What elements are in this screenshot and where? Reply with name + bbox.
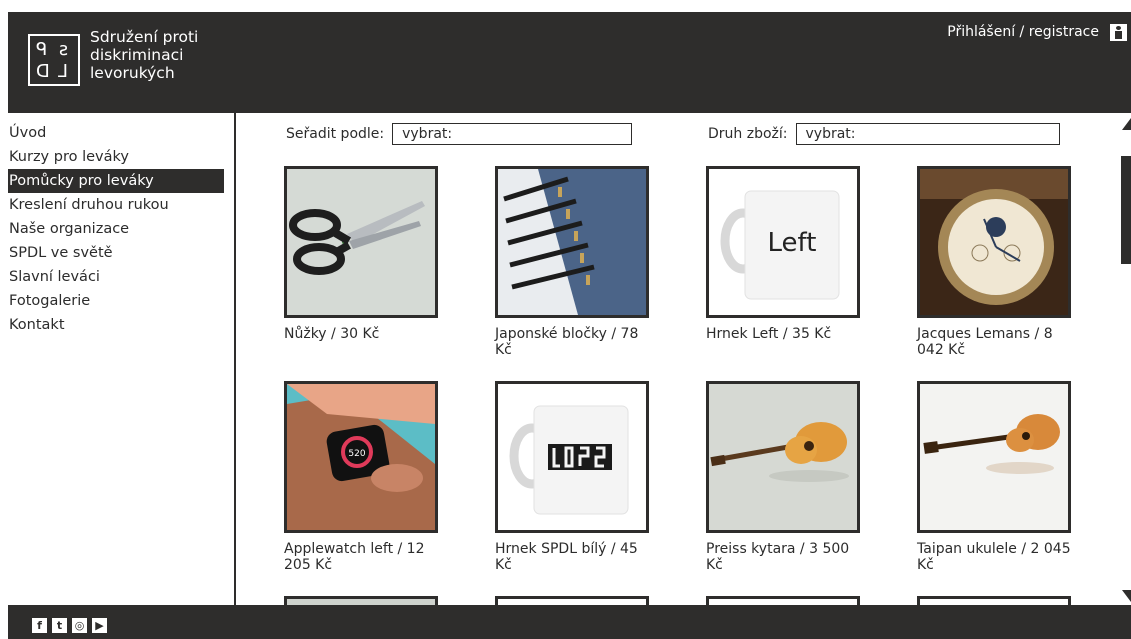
product-caption[interactable]: Hrnek Left / 35 Kč — [706, 326, 866, 342]
nav-item-pomucky[interactable]: Pomůcky pro leváky — [8, 169, 224, 193]
product-caption[interactable]: Japonské bločky / 78 Kč — [495, 326, 655, 358]
notebooks-image — [498, 169, 646, 315]
product-image-notebooks[interactable] — [495, 166, 649, 318]
product-image-mug-spdl[interactable] — [495, 381, 649, 533]
social-links: f t ◎ ▶ — [32, 618, 107, 633]
smartwatch-display: 520 — [348, 449, 365, 459]
product-caption[interactable]: Nůžky / 30 Kč — [284, 326, 444, 342]
type-filter: Druh zboží: vybrat: — [708, 123, 1060, 145]
instagram-icon[interactable]: ◎ — [72, 618, 87, 633]
product-image-ukulele[interactable] — [917, 381, 1071, 533]
user-icon[interactable] — [1110, 24, 1127, 41]
logo-letter: ⅃ — [58, 61, 69, 82]
youtube-icon[interactable]: ▶ — [92, 618, 107, 633]
scroll-up-arrow-icon[interactable] — [1122, 118, 1131, 130]
product-card-smartwatch[interactable]: 520 Applewatch left / 12 205 Kč — [284, 381, 438, 573]
type-label: Druh zboží: — [708, 126, 788, 142]
product-card-mug-spdl[interactable]: Hrnek SPDL bílý / 45 Kč — [495, 381, 649, 573]
logo-letter: ᑫ — [36, 39, 48, 60]
logo-letter: ƨ — [58, 39, 69, 60]
ukulele-image — [920, 384, 1068, 530]
product-image-smartwatch[interactable]: 520 — [284, 381, 438, 533]
nav-item-kontakt[interactable]: Kontakt — [8, 313, 234, 337]
product-image-mug-left[interactable]: Left — [706, 166, 860, 318]
product-card-notebooks[interactable]: Japonské bločky / 78 Kč — [495, 166, 649, 358]
product-grid: Seřadit podle: vybrat: Druh zboží: vybra… — [238, 113, 1116, 605]
mug-spdl-image — [498, 384, 646, 530]
product-caption[interactable]: Preiss kytara / 3 500 Kč — [706, 541, 866, 573]
guitar-image — [709, 384, 857, 530]
watch-image — [920, 169, 1068, 315]
site-header: ᑫ ƨ ᗡ ⅃ Sdružení proti diskriminaci levo… — [8, 12, 1131, 113]
product-card-guitar[interactable]: Preiss kytara / 3 500 Kč — [706, 381, 860, 573]
scissors-image — [287, 169, 435, 315]
logo-letter: ᗡ — [36, 61, 50, 82]
login-register-link[interactable]: Přihlášení / registrace — [947, 24, 1099, 40]
product-caption[interactable]: Applewatch left / 12 205 Kč — [284, 541, 444, 573]
twitter-icon[interactable]: t — [52, 618, 67, 633]
sort-filter: Seřadit podle: vybrat: — [286, 123, 633, 145]
nav-item-kresleni[interactable]: Kreslení druhou rukou — [8, 193, 234, 217]
product-caption[interactable]: Taipan ukulele / 2 045 Kč — [917, 541, 1077, 573]
product-card-ukulele[interactable]: Taipan ukulele / 2 045 Kč — [917, 381, 1071, 573]
facebook-icon[interactable]: f — [32, 618, 47, 633]
nav-item-ve-svete[interactable]: SPDL ve světě — [8, 241, 234, 265]
top-margin — [0, 0, 1131, 12]
site-logo[interactable]: ᑫ ƨ ᗡ ⅃ Sdružení proti diskriminaci levo… — [28, 28, 240, 86]
product-image-scissors[interactable] — [284, 166, 438, 318]
logo-text: Sdružení proti diskriminaci levorukých — [90, 28, 199, 82]
filter-bar: Seřadit podle: vybrat: Druh zboží: vybra… — [286, 123, 1116, 147]
scrollbar-thumb[interactable] — [1121, 156, 1131, 264]
nav-item-slavni-levaci[interactable]: Slavní leváci — [8, 265, 234, 289]
product-caption[interactable]: Jacques Lemans / 8 042 Kč — [917, 326, 1077, 358]
sort-select[interactable]: vybrat: — [392, 123, 633, 145]
nav-item-organizace[interactable]: Naše organizace — [8, 217, 234, 241]
nav-item-fotogalerie[interactable]: Fotogalerie — [8, 289, 234, 313]
smartwatch-image: 520 — [287, 384, 435, 530]
scroll-down-arrow-icon[interactable] — [1122, 590, 1131, 602]
product-card-partial[interactable] — [917, 596, 1071, 605]
product-caption[interactable]: Hrnek SPDL bílý / 45 Kč — [495, 541, 655, 573]
mug-left-image: Left — [709, 169, 857, 315]
sort-label: Seřadit podle: — [286, 126, 385, 142]
nav-item-kurzy[interactable]: Kurzy pro leváky — [8, 145, 234, 169]
product-image-watch[interactable] — [917, 166, 1071, 318]
type-select[interactable]: vybrat: — [795, 123, 1060, 145]
product-card-watch[interactable]: Jacques Lemans / 8 042 Kč — [917, 166, 1071, 358]
product-image-guitar[interactable] — [706, 381, 860, 533]
sidebar-nav: Úvod Kurzy pro leváky Pomůcky pro leváky… — [8, 113, 236, 605]
logo-mark-icon: ᑫ ƨ ᗡ ⅃ — [28, 34, 80, 86]
product-card-partial[interactable] — [495, 596, 649, 605]
mug-left-text: Left — [768, 228, 817, 258]
product-card-partial[interactable] — [706, 596, 860, 605]
product-card-mug-left[interactable]: Left Hrnek Left / 35 Kč — [706, 166, 860, 342]
product-card-partial[interactable] — [284, 596, 438, 605]
nav-item-uvod[interactable]: Úvod — [8, 121, 234, 145]
site-footer: f t ◎ ▶ — [8, 605, 1131, 639]
product-card-scissors[interactable]: Nůžky / 30 Kč — [284, 166, 438, 342]
